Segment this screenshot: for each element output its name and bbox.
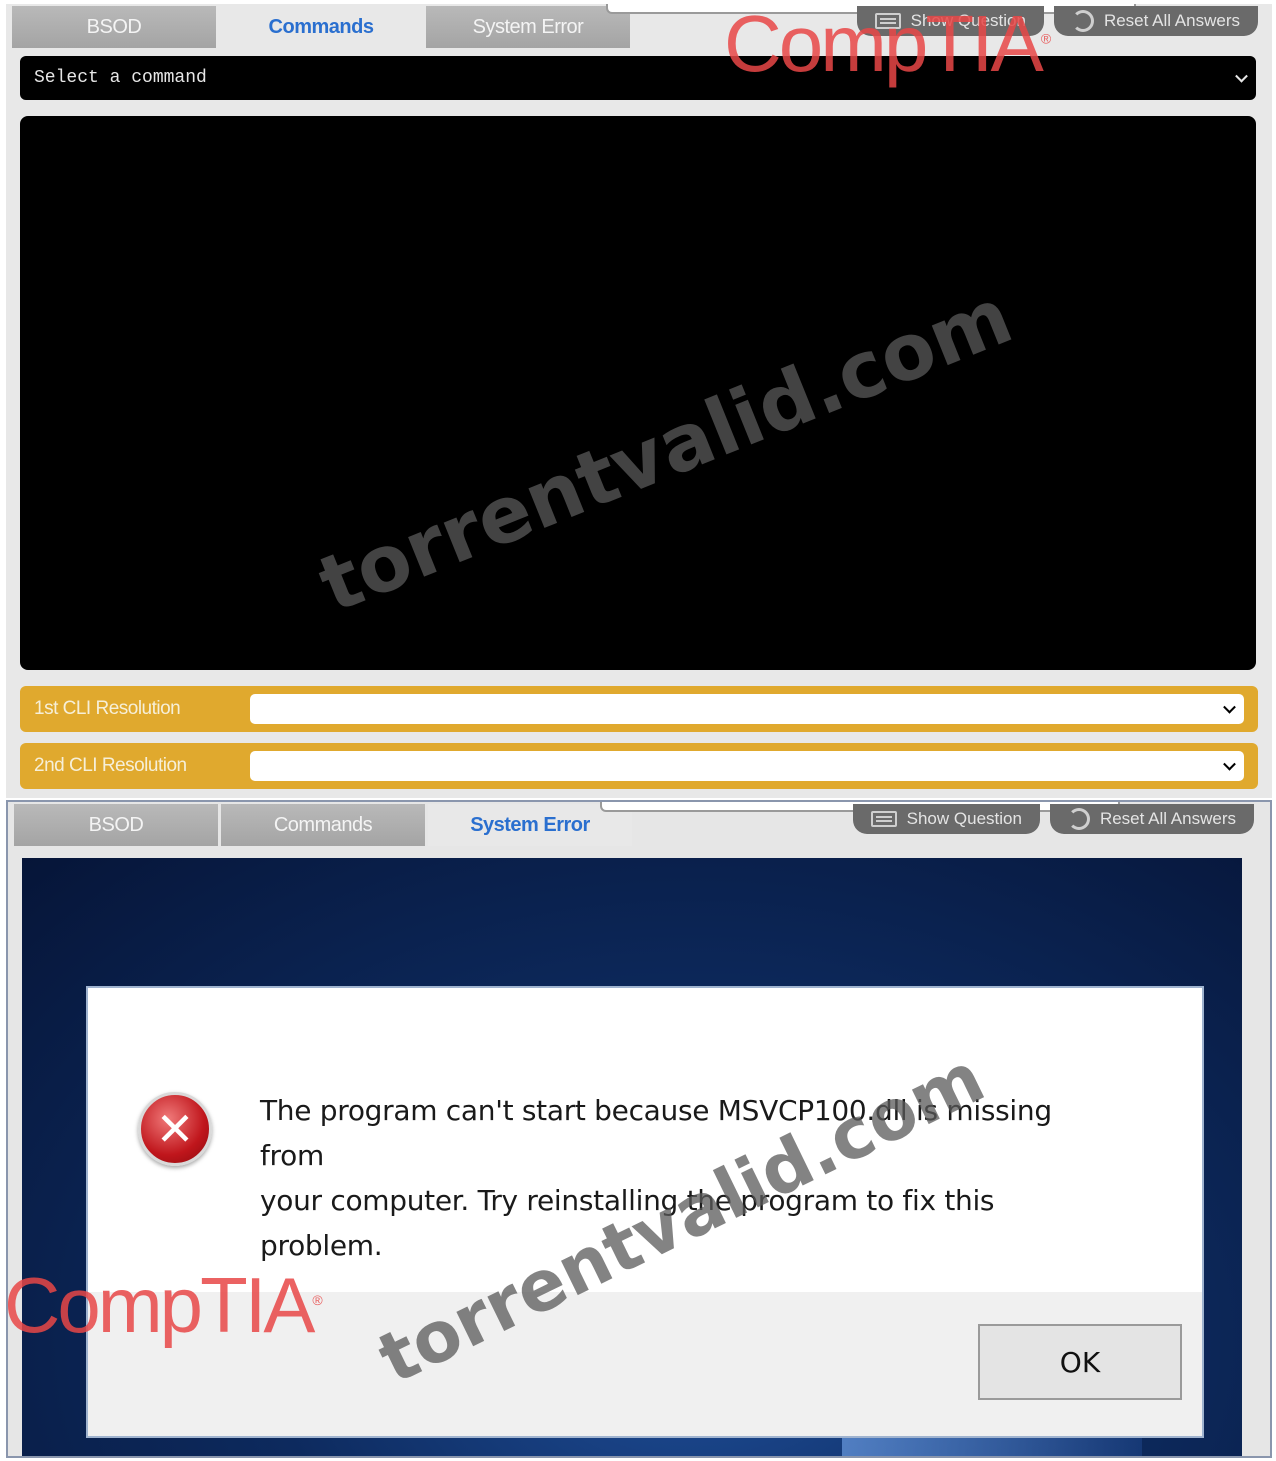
ok-button[interactable]: OK — [978, 1324, 1182, 1400]
system-error-panel: BSOD Commands System Error Show Question… — [6, 800, 1272, 1458]
resolution-1-select[interactable] — [250, 694, 1244, 724]
reset-all-answers-button[interactable]: Reset All Answers — [1053, 6, 1258, 36]
reset-all-answers-label: Reset All Answers — [1099, 809, 1236, 828]
desktop-background: ✕ The program can't start because MSVCP1… — [22, 858, 1242, 1456]
reset-icon — [1067, 808, 1090, 830]
reset-all-answers-button[interactable]: Reset All Answers — [1049, 804, 1254, 834]
command-select-value: Select a command — [34, 68, 207, 88]
error-message-line-2: your computer. Try reinstalling the prog… — [260, 1184, 995, 1262]
tab-commands[interactable]: Commands — [219, 6, 423, 48]
error-message-line-1: The program can't start because MSVCP100… — [260, 1094, 1052, 1172]
list-icon — [874, 13, 901, 29]
tab-bsod[interactable]: BSOD — [12, 6, 216, 48]
error-message: The program can't start because MSVCP100… — [260, 1088, 1120, 1268]
error-dialog: ✕ The program can't start because MSVCP1… — [86, 986, 1204, 1438]
reset-all-answers-label: Reset All Answers — [1103, 11, 1240, 30]
chevron-down-icon — [1223, 757, 1236, 771]
tab-bsod[interactable]: BSOD — [14, 804, 218, 846]
chevron-down-icon — [1223, 700, 1236, 714]
tab-commands[interactable]: Commands — [221, 804, 425, 846]
commands-panel: BSOD Commands System Error Show Question… — [6, 4, 1272, 798]
show-question-button[interactable]: Show Question — [856, 6, 1044, 36]
tab-bar: BSOD Commands System Error — [12, 6, 633, 48]
resolution-2-label: 2nd CLI Resolution — [34, 755, 187, 776]
show-question-button[interactable]: Show Question — [852, 804, 1040, 834]
resolution-1-label: 1st CLI Resolution — [34, 698, 181, 719]
resolution-2-select[interactable] — [250, 751, 1244, 781]
error-icon: ✕ — [138, 1092, 212, 1166]
tab-bar: BSOD Commands System Error — [14, 804, 635, 846]
toolbar: Show Question Reset All Answers — [852, 804, 1254, 834]
command-select[interactable]: Select a command — [20, 56, 1256, 100]
show-question-label: Show Question — [910, 11, 1026, 30]
reset-icon — [1071, 10, 1094, 32]
resolution-2-row: 2nd CLI Resolution — [20, 743, 1258, 789]
resolution-1-row: 1st CLI Resolution — [20, 686, 1258, 732]
toolbar: Show Question Reset All Answers — [856, 6, 1258, 36]
tab-system-error[interactable]: System Error — [426, 6, 630, 48]
list-icon — [870, 811, 897, 827]
command-output-console — [20, 116, 1256, 670]
chevron-down-icon — [1235, 69, 1248, 83]
show-question-label: Show Question — [906, 809, 1022, 828]
